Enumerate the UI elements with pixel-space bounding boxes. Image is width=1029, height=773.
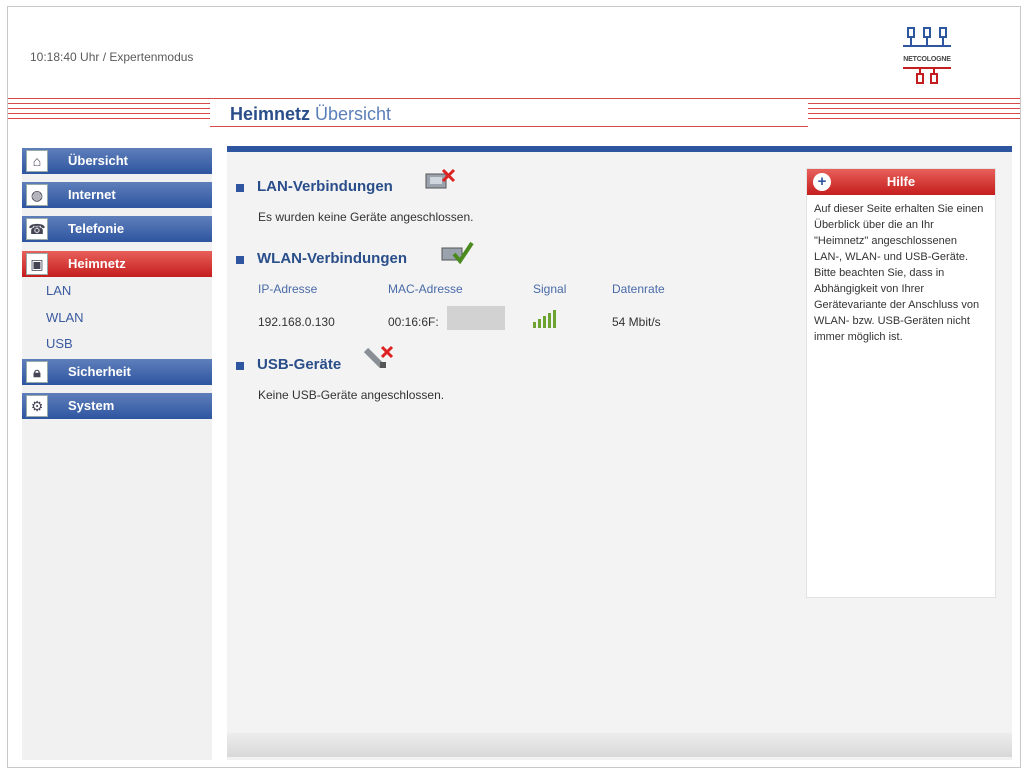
signal-bar <box>538 319 541 328</box>
table-cell-mac: 00:16:6F: <box>388 315 439 329</box>
signal-bar <box>543 316 546 328</box>
sidebar-item-label: Übersicht <box>68 153 128 168</box>
plus-circle-icon: + <box>813 173 831 191</box>
sidebar-item-internet[interactable]: ◍ Internet <box>22 182 212 208</box>
sidebar-item-label: Sicherheit <box>68 364 131 379</box>
sidebar-item-label: Heimnetz <box>68 256 126 271</box>
lan-section-title: LAN-Verbindungen <box>257 178 393 195</box>
wlan-section-title: WLAN-Verbindungen <box>257 250 407 267</box>
status-text: 10:18:40 Uhr / Expertenmodus <box>30 50 194 64</box>
netcologne-logo: NETCOLOGNE <box>898 24 956 90</box>
help-text: Auf dieser Seite erhalten Sie einen Über… <box>814 203 984 343</box>
title-top-line <box>210 98 808 99</box>
logo-text: NETCOLOGNE <box>903 56 951 63</box>
network-icon: ▣ <box>26 253 48 275</box>
sidebar-item-label: System <box>68 398 115 413</box>
gear-icon: ⚙ <box>26 395 48 417</box>
help-title: Hilfe <box>886 174 916 189</box>
page-title-bold: Heimnetz <box>230 104 311 124</box>
section-bullet <box>236 256 244 264</box>
section-bullet <box>236 184 244 192</box>
column-header-mac: MAC-Adresse <box>388 282 463 296</box>
usb-disconnected-icon <box>363 345 394 369</box>
column-header-rate: Datenrate <box>612 282 665 296</box>
sidebar-subitem-lan[interactable]: LAN <box>46 283 71 298</box>
page-title: Heimnetz Übersicht <box>230 104 391 125</box>
sidebar-item-uebersicht[interactable]: ⌂ Übersicht <box>22 148 212 174</box>
table-cell-ip: 192.168.0.130 <box>258 315 335 329</box>
main-bottom-bar <box>227 733 1012 757</box>
sidebar-item-label: Internet <box>68 187 116 202</box>
help-panel: + Hilfe Auf dieser Seite erhalten Sie ei… <box>806 168 996 598</box>
sidebar-item-system[interactable]: ⚙ System <box>22 393 212 419</box>
title-stripes-right <box>808 98 1020 120</box>
sidebar-item-heimnetz[interactable]: ▣ Heimnetz <box>22 251 212 277</box>
home-icon: ⌂ <box>26 150 48 172</box>
signal-strength-icon <box>533 308 563 328</box>
lan-status-text: Es wurden keine Geräte angeschlossen. <box>258 210 474 224</box>
sidebar-item-sicherheit[interactable]: 🔒︎ Sicherheit <box>22 359 212 385</box>
signal-bar <box>533 322 536 328</box>
column-header-ip: IP-Adresse <box>258 282 318 296</box>
help-header[interactable]: + Hilfe <box>807 169 995 195</box>
column-header-signal: Signal <box>533 282 567 296</box>
page-title-rest: Übersicht <box>315 104 392 124</box>
phone-icon: ☎ <box>26 218 48 240</box>
section-bullet <box>236 362 244 370</box>
title-stripes-left <box>8 98 210 120</box>
globe-icon: ◍ <box>26 184 48 206</box>
usb-status-text: Keine USB-Geräte angeschlossen. <box>258 388 445 402</box>
sidebar-item-label: Telefonie <box>68 221 125 236</box>
table-cell-rate: 54 Mbit/s <box>612 315 661 329</box>
sidebar: ⌂ Übersicht ◍ Internet ☎ Telefonie ▣ Hei… <box>22 148 212 760</box>
signal-bar <box>553 310 556 328</box>
mac-redaction <box>447 306 505 330</box>
sidebar-subitem-usb[interactable]: USB <box>46 336 73 351</box>
lan-disconnected-icon <box>425 168 456 189</box>
sidebar-subitem-wlan[interactable]: WLAN <box>46 310 84 325</box>
usb-section-title: USB-Geräte <box>257 356 342 373</box>
title-bottom-line <box>210 126 808 127</box>
lock-icon: 🔒︎ <box>26 361 48 383</box>
signal-bar <box>548 313 551 328</box>
sidebar-item-telefonie[interactable]: ☎ Telefonie <box>22 216 212 242</box>
wlan-connected-icon <box>441 241 474 265</box>
